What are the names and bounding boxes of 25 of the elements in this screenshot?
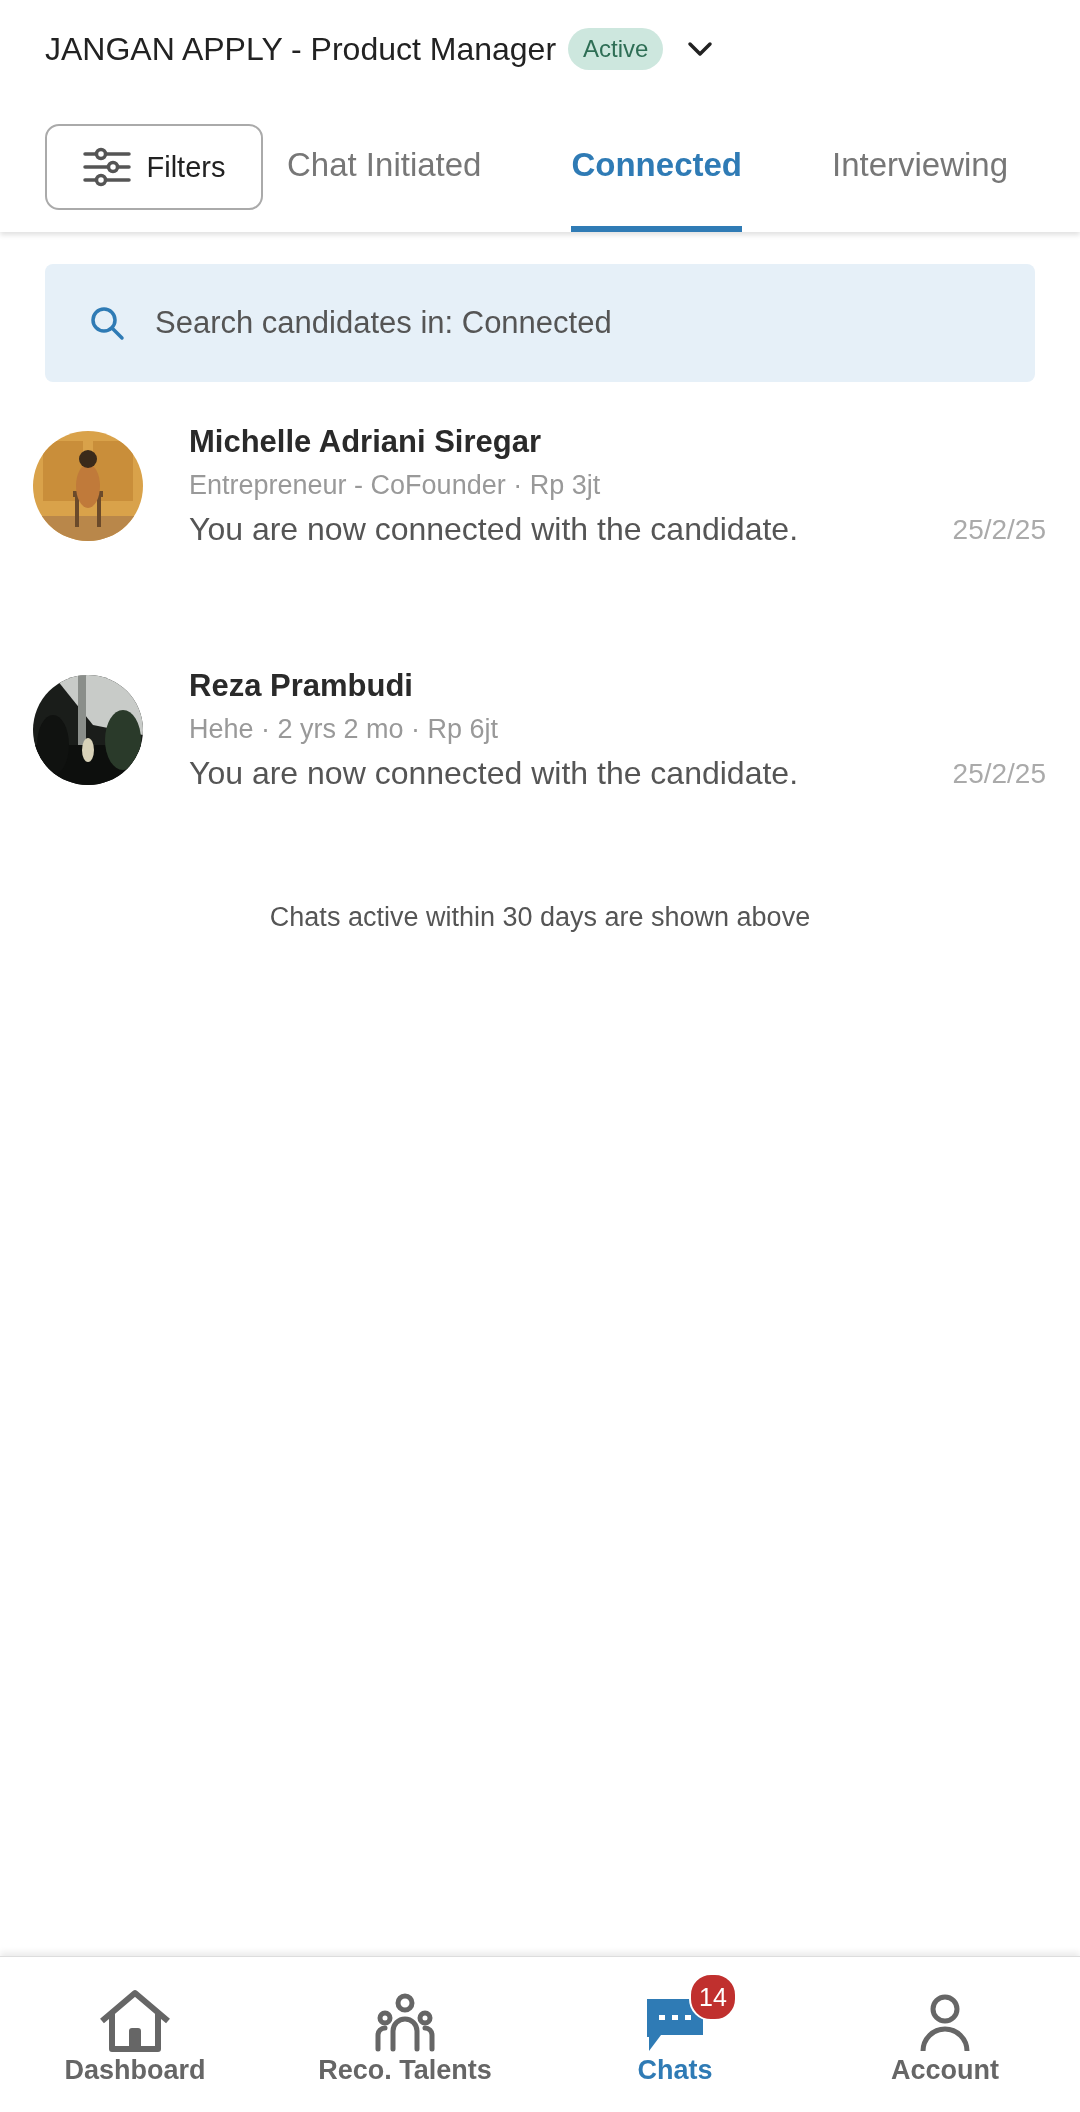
- last-message: You are now connected with the candidate.: [189, 511, 799, 548]
- people-icon: [375, 1993, 435, 2053]
- nav-item[interactable]: Account: [810, 1957, 1080, 2112]
- candidate-name: Reza Prambudi: [189, 668, 414, 704]
- status-badge: Active: [568, 28, 664, 70]
- tab[interactable]: Interviewing: [832, 146, 1009, 232]
- tab[interactable]: Connected: [571, 146, 742, 232]
- search-field[interactable]: Search candidates in: Connected: [45, 264, 1035, 382]
- candidate-details: Entrepreneur - CoFounder · Rp 3jt: [189, 470, 602, 501]
- home-icon: [98, 1989, 172, 2053]
- message-date: 25/2/25: [952, 757, 1046, 790]
- sliders-icon: [82, 147, 131, 187]
- nav-item[interactable]: Dashboard: [0, 1957, 270, 2112]
- nav-item[interactable]: Reco. Talents: [270, 1957, 540, 2112]
- tab[interactable]: Chat Initiated: [287, 146, 482, 232]
- candidate-details: Hehe · 2 yrs 2 mo · Rp 6jt: [189, 714, 500, 745]
- info-text: Chats active within 30 days are shown above: [268, 902, 812, 933]
- message-date: 25/2/25: [952, 513, 1046, 546]
- candidate-name: Michelle Adriani Siregar: [189, 424, 543, 460]
- last-message: You are now connected with the candidate.: [189, 755, 799, 792]
- nav-item[interactable]: 14 Chats: [540, 1957, 810, 2112]
- job-title: JANGAN APPLY - Product Manager: [45, 30, 557, 68]
- count-badge: 14: [689, 1973, 737, 2021]
- person-icon: [919, 1993, 971, 2053]
- filters-button[interactable]: Filters: [45, 124, 263, 210]
